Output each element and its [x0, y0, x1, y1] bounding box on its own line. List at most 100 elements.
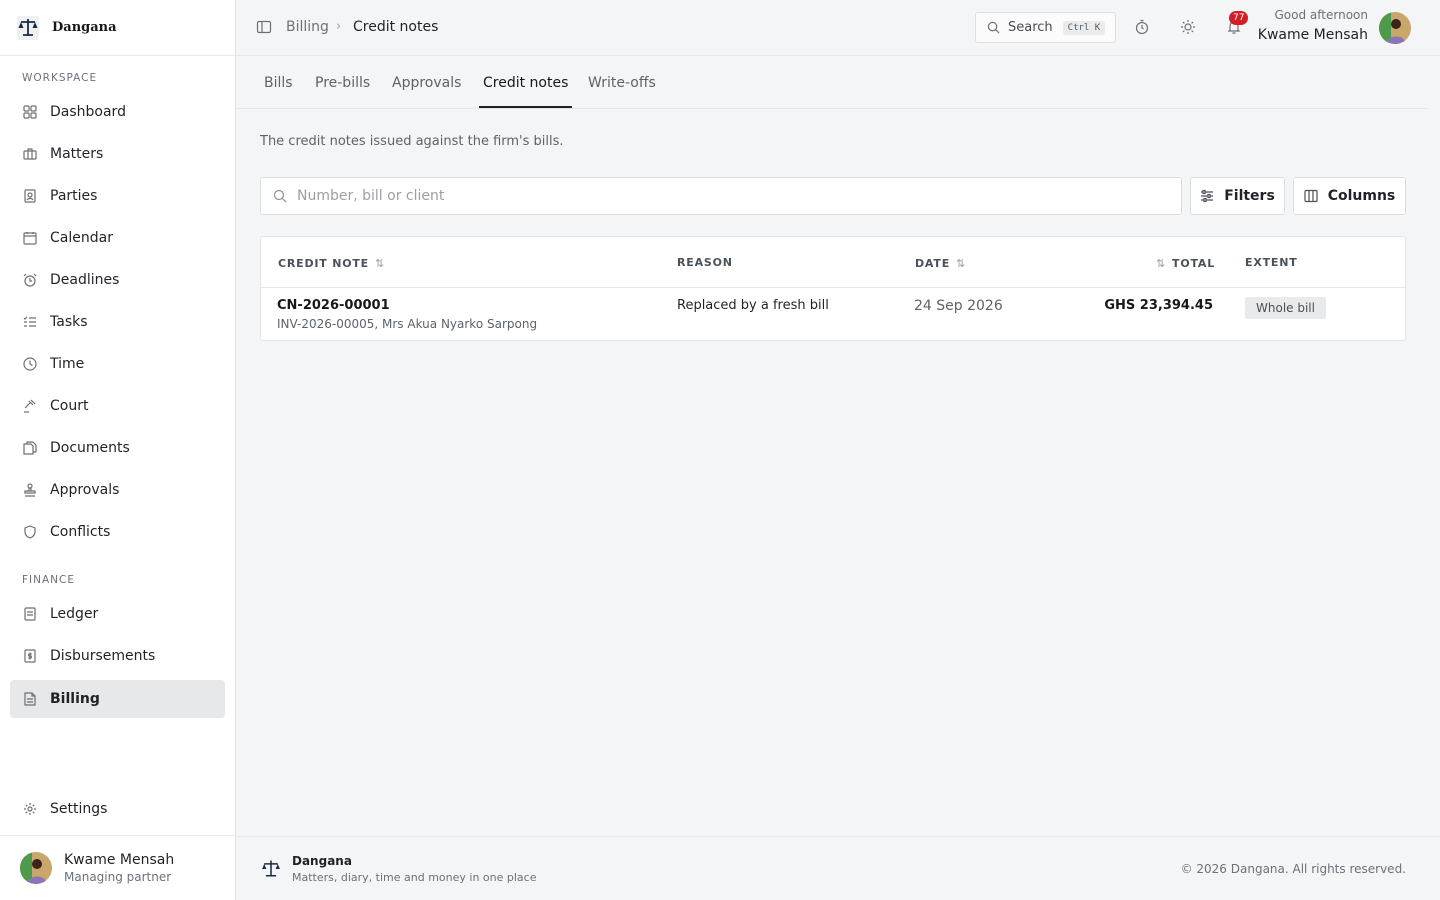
column-header-credit-note[interactable]: CREDIT NOTE ⇅ [278, 257, 385, 270]
sidebar-item-label: Parties [50, 188, 98, 204]
search-icon [987, 21, 1000, 34]
columns-button[interactable]: Columns [1293, 177, 1406, 215]
global-search-button[interactable]: Search Ctrl K [975, 12, 1116, 43]
page-description: The credit notes issued against the firm… [260, 134, 564, 149]
credit-note-reason: Replaced by a fresh bill [677, 298, 829, 313]
user-name: Kwame Mensah [64, 852, 175, 868]
column-header-label: CREDIT NOTE [278, 257, 369, 270]
sidebar-item-ledger[interactable]: Ledger [10, 595, 225, 633]
column-header-extent: EXTENT [1245, 256, 1298, 269]
tab-write-offs[interactable]: Write-offs [588, 75, 656, 106]
sidebar-item-conflicts[interactable]: Conflicts [10, 513, 225, 551]
sidebar-item-deadlines[interactable]: Deadlines [10, 261, 225, 299]
column-header-date[interactable]: DATE ⇅ [915, 257, 966, 270]
columns-label: Columns [1327, 188, 1396, 204]
extent-badge: Whole bill [1245, 297, 1326, 319]
breadcrumb-billing[interactable]: Billing [286, 19, 329, 35]
checklist-icon [22, 314, 38, 330]
sidebar: Dangana WORKSPACE Dashboard Matters Part… [0, 0, 236, 900]
user-role: Managing partner [64, 870, 172, 884]
receipt-icon [22, 648, 38, 664]
gavel-icon [22, 398, 38, 414]
sidebar-item-approvals[interactable]: Approvals [10, 471, 225, 509]
credit-notes-table: CREDIT NOTE ⇅ REASON DATE ⇅ ⇅ TOTAL EXTE… [260, 236, 1406, 341]
column-header-total[interactable]: ⇅ TOTAL [1156, 257, 1215, 270]
gear-icon [22, 801, 38, 817]
credit-note-total: GHS 23,394.45 [1104, 298, 1213, 313]
credit-note-date: 24 Sep 2026 [914, 298, 1003, 314]
sidebar-item-label: Approvals [50, 482, 120, 498]
search-shortcut: Ctrl K [1062, 20, 1106, 35]
tab-approvals[interactable]: Approvals [392, 75, 461, 106]
footer: Dangana Matters, diary, time and money i… [236, 836, 1440, 900]
sort-icon: ⇅ [956, 257, 967, 270]
sidebar-item-label: Court [50, 398, 89, 414]
ledger-icon [22, 606, 38, 622]
scales-logo-icon [260, 858, 282, 884]
tab-bills[interactable]: Bills [264, 75, 293, 106]
sidebar-item-label: Disbursements [50, 648, 156, 664]
sidebar-item-tasks[interactable]: Tasks [10, 303, 225, 341]
sidebar-item-label: Calendar [50, 230, 113, 246]
sidebar-item-documents[interactable]: Documents [10, 429, 225, 467]
sidebar-toggle-icon[interactable] [256, 19, 272, 39]
sidebar-item-label: Deadlines [50, 272, 120, 288]
sidebar-item-label: Ledger [50, 606, 99, 622]
sidebar-item-parties[interactable]: Parties [10, 177, 225, 215]
sidebar-item-settings[interactable]: Settings [10, 790, 225, 828]
sidebar-item-label: Matters [50, 146, 104, 162]
credit-note-subline: INV-2026-00005, Mrs Akua Nyarko Sarpong [277, 317, 538, 331]
sidebar-item-label: Billing [50, 691, 100, 707]
sidebar-item-time[interactable]: Time [10, 345, 225, 383]
timer-icon[interactable] [1134, 19, 1150, 39]
footer-tagline: Matters, diary, time and money in one pl… [292, 871, 537, 884]
sidebar-item-dashboard[interactable]: Dashboard [10, 93, 225, 131]
sidebar-item-label: Dashboard [50, 104, 126, 120]
greeting: Good afternoon [1274, 8, 1369, 22]
column-header-label: EXTENT [1245, 256, 1298, 269]
table-header: CREDIT NOTE ⇅ REASON DATE ⇅ ⇅ TOTAL EXTE… [261, 237, 1405, 288]
scales-logo-icon [14, 14, 42, 42]
briefcase-icon [22, 146, 38, 162]
column-header-label: DATE [915, 257, 951, 270]
sidebar-item-disbursements[interactable]: Disbursements [10, 637, 225, 675]
finance-section-title: FINANCE [22, 574, 75, 586]
footer-brand-name: Dangana [292, 854, 352, 868]
workspace-section-title: WORKSPACE [22, 72, 98, 84]
filters-button[interactable]: Filters [1190, 177, 1285, 215]
column-header-label: REASON [677, 256, 733, 269]
dashboard-icon [22, 104, 38, 120]
column-header-reason: REASON [677, 256, 733, 269]
bill-icon [22, 691, 38, 707]
alarm-icon [22, 272, 38, 288]
sidebar-user-card[interactable]: Kwame Mensah Managing partner [0, 835, 235, 900]
footer-copyright: © 2026 Dangana. All rights reserved. [1180, 862, 1406, 876]
sidebar-item-label: Time [50, 356, 85, 372]
topbar: Billing › Credit notes Search Ctrl K 77 … [236, 0, 1440, 56]
credit-note-search-field[interactable] [260, 177, 1182, 215]
breadcrumb-current: Credit notes [353, 19, 439, 35]
brand[interactable]: Dangana [0, 0, 235, 56]
sidebar-item-billing[interactable]: Billing [10, 680, 225, 718]
sidebar-item-court[interactable]: Court [10, 387, 225, 425]
credit-note-search-input[interactable] [297, 188, 1097, 204]
avatar[interactable] [1379, 12, 1411, 44]
theme-toggle-icon[interactable] [1180, 19, 1196, 39]
topbar-user-name: Kwame Mensah [1257, 27, 1368, 43]
sort-icon: ⇅ [375, 257, 386, 270]
tab-credit-notes[interactable]: Credit notes [479, 75, 573, 108]
columns-icon [1304, 189, 1318, 203]
sort-icon: ⇅ [1156, 257, 1167, 270]
contact-icon [22, 188, 38, 204]
tab-pre-bills[interactable]: Pre-bills [315, 75, 370, 106]
documents-icon [22, 440, 38, 456]
sidebar-item-label: Settings [50, 801, 108, 817]
sliders-icon [1200, 189, 1214, 203]
brand-name: Dangana [52, 20, 117, 35]
stamp-icon [22, 482, 38, 498]
sidebar-item-matters[interactable]: Matters [10, 135, 225, 173]
sidebar-item-calendar[interactable]: Calendar [10, 219, 225, 257]
credit-note-number[interactable]: CN-2026-00001 [277, 298, 390, 313]
sidebar-item-label: Documents [50, 440, 130, 456]
notification-badge: 77 [1229, 11, 1249, 25]
